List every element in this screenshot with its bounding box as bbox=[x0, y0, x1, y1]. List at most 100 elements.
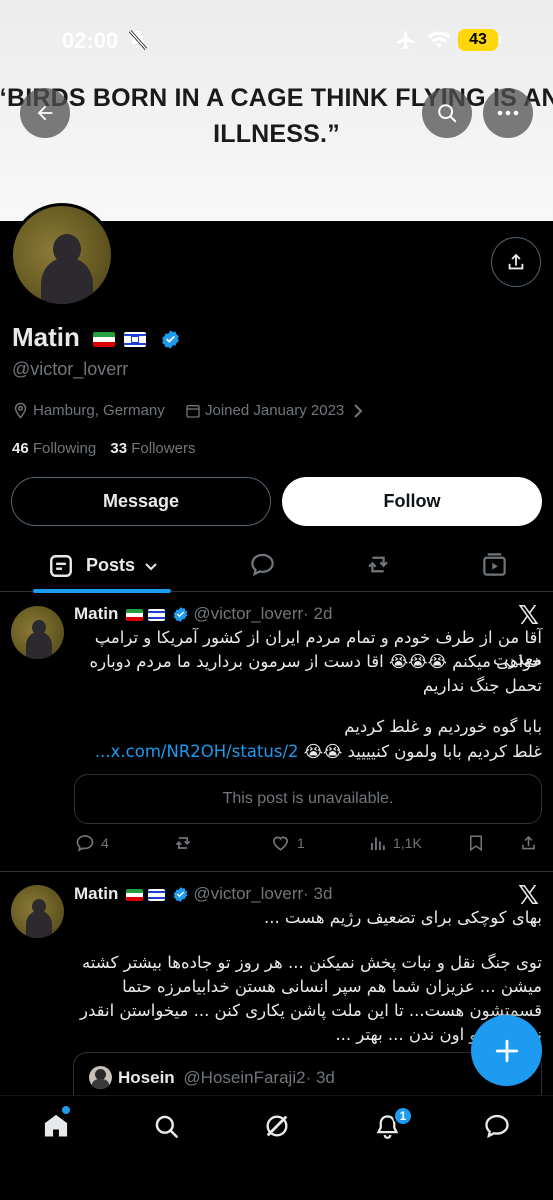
share-post-button[interactable] bbox=[519, 833, 538, 853]
quoted-author-handle: @HoseinFaraji2 bbox=[183, 1068, 306, 1087]
follow-button[interactable]: Follow bbox=[282, 477, 542, 526]
profile-avatar[interactable] bbox=[10, 203, 114, 307]
verified-badge-icon[interactable] bbox=[160, 329, 181, 350]
post-link[interactable]: x.com/NR2OH/status/2... bbox=[95, 742, 299, 761]
nav-home[interactable] bbox=[40, 1110, 72, 1142]
home-unread-dot bbox=[62, 1106, 70, 1114]
followers-count: 33 bbox=[110, 440, 128, 457]
post-text-line-3: تحمل جنگ نداریم bbox=[422, 676, 542, 695]
following-label: Following bbox=[32, 440, 97, 457]
chevron-right-icon bbox=[354, 403, 363, 418]
nav-messages[interactable] bbox=[481, 1110, 513, 1142]
heart-icon bbox=[272, 836, 289, 851]
post-author-line[interactable]: Matin @victor_loverr· 2d bbox=[74, 604, 332, 624]
verified-badge-icon bbox=[173, 607, 187, 622]
iran-flag-icon bbox=[126, 608, 144, 621]
silent-bell-icon bbox=[128, 29, 148, 56]
post-author-name: Matin bbox=[74, 884, 119, 903]
share-icon bbox=[522, 835, 535, 850]
post-text-line-3: میشن ... عزیزان شما هم سپر انسانی هستن خ… bbox=[122, 977, 542, 996]
avatar-shadow-body bbox=[41, 258, 93, 304]
more-dots-icon bbox=[497, 110, 519, 116]
israel-flag-icon bbox=[147, 608, 165, 621]
search-button[interactable] bbox=[422, 88, 472, 138]
reply-count: 4 bbox=[101, 835, 109, 851]
followers-label: Followers bbox=[131, 440, 196, 457]
israel-flag-icon bbox=[124, 331, 147, 347]
avatar-shadow-body bbox=[26, 632, 52, 659]
quoted-post-time: · 3d bbox=[305, 1068, 335, 1087]
posts-tab-icon bbox=[50, 555, 72, 577]
quoted-author-name: Hosein bbox=[118, 1068, 175, 1087]
repost-button[interactable] bbox=[172, 833, 194, 853]
back-button[interactable] bbox=[20, 88, 70, 138]
message-button[interactable]: Message bbox=[11, 477, 271, 526]
location-pin-icon bbox=[14, 402, 27, 419]
message-bubble-icon bbox=[485, 1114, 509, 1139]
post-author-name: Matin bbox=[74, 604, 119, 623]
bookmark-button[interactable] bbox=[467, 833, 485, 853]
bookmark-icon bbox=[470, 835, 482, 852]
post-author-avatar[interactable] bbox=[11, 885, 64, 938]
battery-indicator: 43 bbox=[458, 29, 498, 51]
home-icon bbox=[44, 1114, 68, 1137]
joined-text: Joined January 2023 bbox=[205, 402, 345, 419]
tab-replies[interactable] bbox=[249, 551, 276, 583]
post-author-avatar[interactable] bbox=[11, 606, 64, 659]
reply-button[interactable]: 4 bbox=[75, 833, 109, 853]
wifi-icon bbox=[426, 30, 452, 55]
reply-bubble-icon bbox=[251, 553, 274, 577]
search-icon bbox=[438, 104, 457, 123]
nav-search[interactable] bbox=[150, 1110, 182, 1142]
quoted-author-avatar bbox=[89, 1066, 112, 1089]
more-options-button[interactable] bbox=[483, 88, 533, 138]
nav-grok[interactable] bbox=[261, 1110, 293, 1142]
tab-media[interactable] bbox=[481, 551, 508, 583]
post-author-handle: @victor_loverr bbox=[193, 884, 304, 903]
plus-icon bbox=[495, 1039, 518, 1062]
repost-icon bbox=[175, 837, 191, 849]
banner-quote-line-2: ILLNESS.” bbox=[213, 120, 340, 148]
share-profile-button[interactable] bbox=[491, 237, 541, 287]
reply-icon bbox=[76, 835, 94, 852]
profile-name-text: Matin bbox=[12, 322, 80, 352]
share-icon bbox=[508, 253, 524, 270]
views-chart-icon bbox=[371, 837, 385, 851]
profile-handle: @victor_loverr bbox=[12, 359, 129, 379]
like-button[interactable]: 1 bbox=[270, 833, 305, 853]
post-author-line[interactable]: Matin @victor_loverr· 3d bbox=[74, 884, 332, 904]
post-author-handle: @victor_loverr bbox=[193, 604, 304, 623]
airplane-mode-icon bbox=[395, 29, 417, 56]
tab-reposts[interactable] bbox=[364, 551, 392, 583]
post-time: · 2d bbox=[303, 604, 333, 623]
post-text-line-5: غلط کردیم بابا ولمون کنیییید 😭😭 x.com/NR… bbox=[74, 741, 542, 763]
quoted-author-line: Hosein @HoseinFaraji2· 3d bbox=[118, 1068, 335, 1088]
tab-posts[interactable] bbox=[48, 553, 74, 584]
tab-posts-dropdown[interactable] bbox=[144, 559, 158, 577]
search-icon bbox=[155, 1115, 178, 1138]
compose-post-button[interactable] bbox=[471, 1015, 542, 1086]
views-count: 1,1K bbox=[393, 835, 422, 851]
chevron-down-icon bbox=[145, 563, 157, 571]
israel-flag-icon bbox=[147, 888, 165, 901]
verified-badge-icon bbox=[173, 887, 187, 902]
post-text-line-2: خواهی میکنم 😭😭😭 اقا دست از سرمون بردارید… bbox=[89, 652, 542, 671]
avatar-shadow-body bbox=[26, 911, 52, 938]
followers-link[interactable]: 33 Followers bbox=[110, 440, 195, 457]
following-link[interactable]: 46 Following bbox=[12, 440, 96, 457]
location-text: Hamburg, Germany bbox=[33, 402, 165, 419]
profile-tabs bbox=[0, 540, 553, 592]
following-count: 46 bbox=[12, 440, 29, 457]
status-time: 02:00 bbox=[62, 28, 119, 53]
unavailable-quote-card: This post is unavailable. bbox=[74, 774, 542, 824]
views-button[interactable]: 1,1K bbox=[368, 833, 422, 853]
post-text-line-4: قسمتشون هست... تا این ملت پاشن یکاری کنن… bbox=[80, 1001, 542, 1020]
calendar-icon bbox=[186, 404, 200, 418]
notifications-badge: 1 bbox=[393, 1106, 413, 1126]
tab-posts-label[interactable]: Posts bbox=[86, 555, 135, 576]
iran-flag-icon bbox=[126, 888, 144, 901]
post-text-line-1: بهای کوچکی برای تضعیف رژیم هست ... bbox=[263, 908, 542, 927]
profile-joined-date[interactable]: Joined January 2023 bbox=[185, 402, 364, 419]
grok-icon bbox=[266, 1115, 288, 1137]
post-text-line-4: بابا گوه خوردیم و غلط کردیم bbox=[344, 717, 542, 736]
